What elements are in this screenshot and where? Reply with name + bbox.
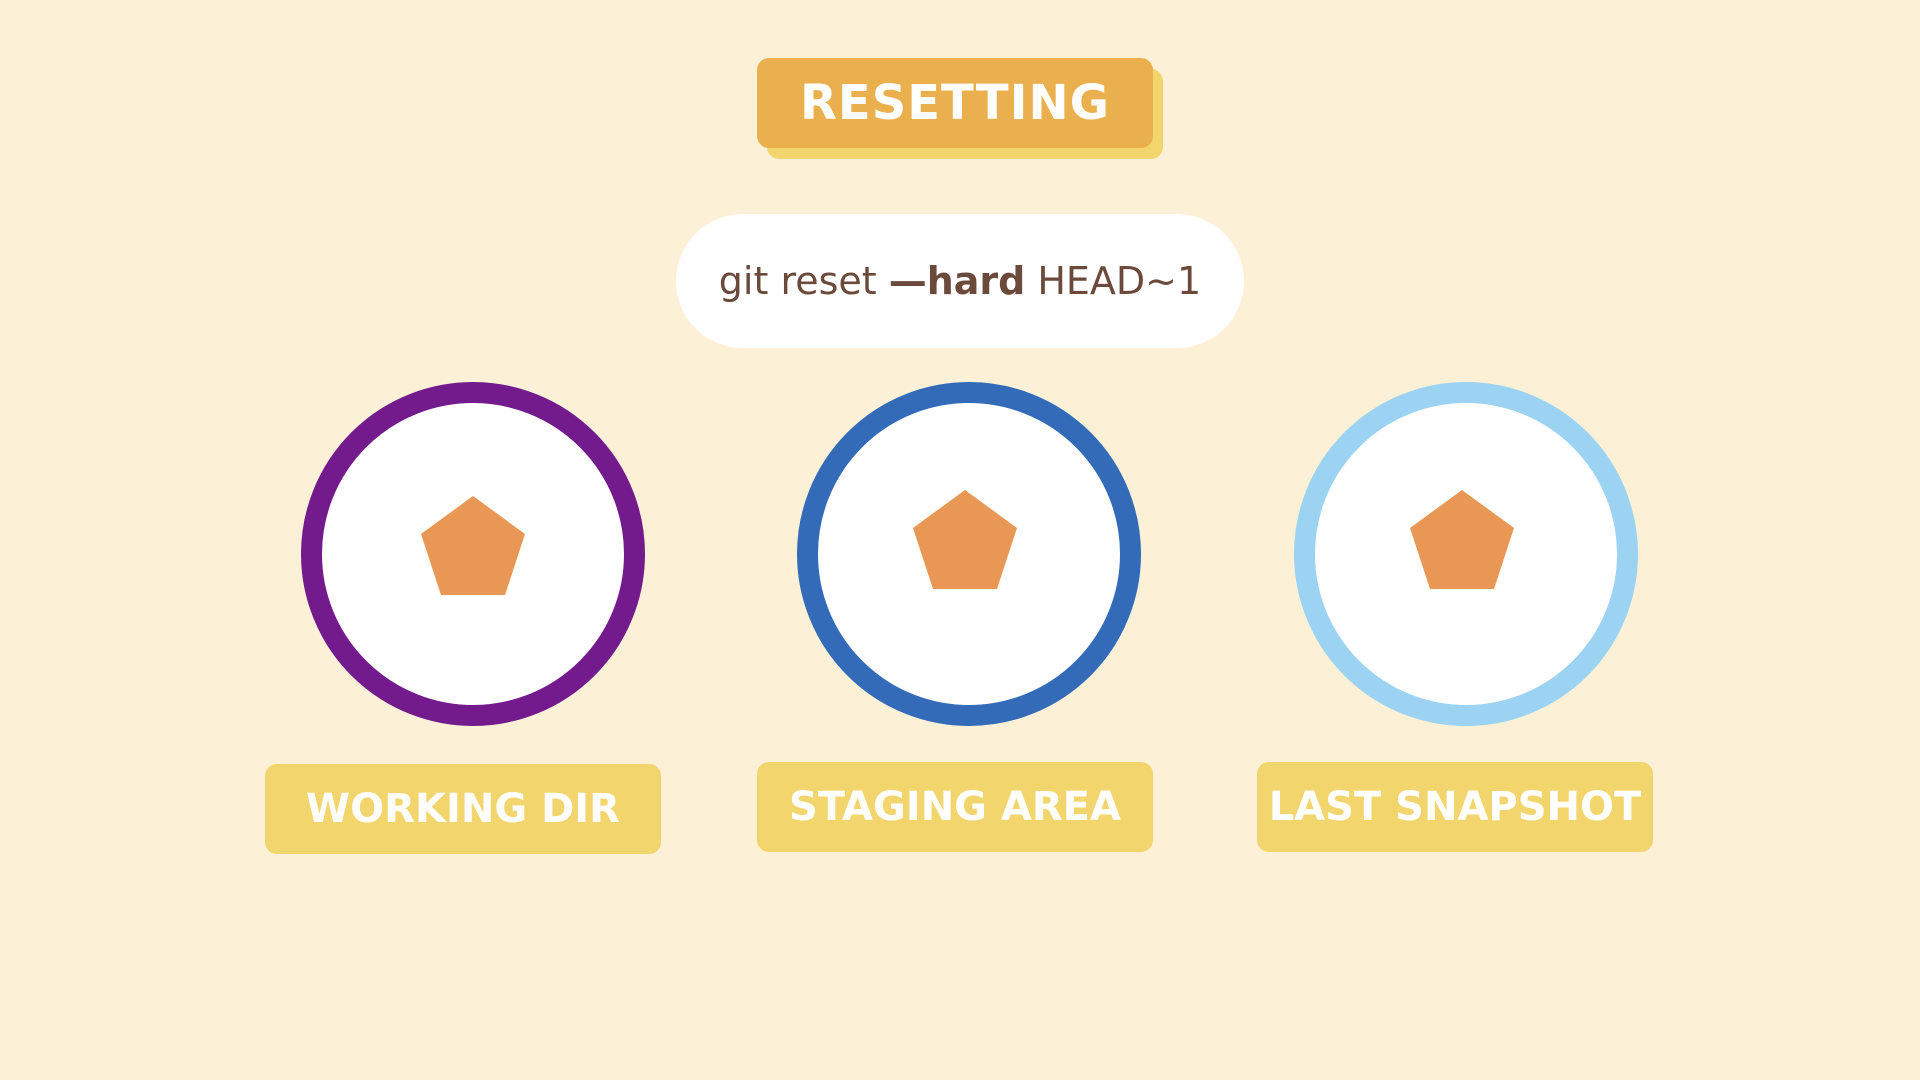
last-snapshot-label: LAST SNAPSHOT: [1257, 762, 1653, 852]
working-dir-circle: [301, 382, 645, 726]
pentagon-file-icon: [913, 490, 1017, 589]
staging-area-circle: [797, 382, 1141, 726]
page-title: RESETTING: [799, 75, 1111, 131]
command-pill: git reset —hard HEAD~1: [676, 214, 1244, 348]
working-dir-label-text: WORKING DIR: [306, 786, 620, 832]
command-prefix: git reset: [718, 259, 877, 303]
diagram-canvas: RESETTING git reset —hard HEAD~1 WORKING…: [0, 0, 1920, 1080]
staging-area-label-text: STAGING AREA: [789, 784, 1121, 830]
pentagon-file-icon: [421, 496, 525, 595]
command-suffix: HEAD~1: [1037, 259, 1202, 303]
staging-area-label: STAGING AREA: [757, 762, 1153, 852]
last-snapshot-circle: [1294, 382, 1638, 726]
title-badge: RESETTING: [757, 58, 1153, 148]
last-snapshot-label-text: LAST SNAPSHOT: [1268, 784, 1642, 830]
working-dir-label: WORKING DIR: [265, 764, 661, 854]
command-flag: —hard: [888, 259, 1026, 303]
pentagon-file-icon: [1410, 490, 1514, 589]
